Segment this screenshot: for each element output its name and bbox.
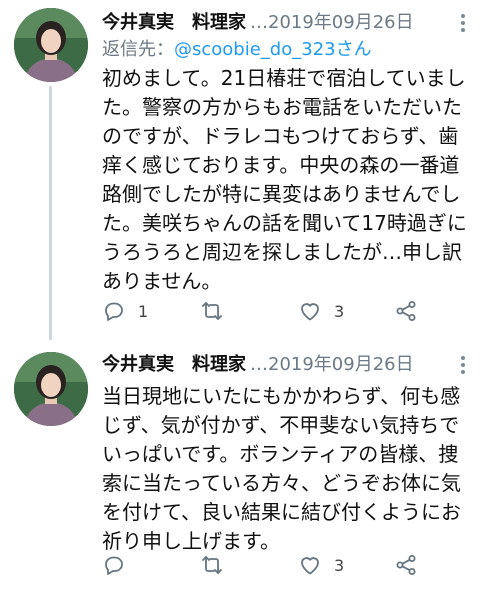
reply-icon bbox=[105, 556, 123, 575]
retweet-button[interactable] bbox=[200, 550, 236, 580]
tweet-header: 今井真実 料理家 …2019年09月26日 bbox=[102, 352, 462, 378]
tweet-timestamp: …2019年09月26日 bbox=[250, 354, 414, 375]
more-vertical-icon[interactable] bbox=[456, 10, 470, 36]
share-button[interactable] bbox=[394, 296, 418, 326]
tweet-timestamp: …2019年09月26日 bbox=[250, 12, 414, 33]
like-count: 3 bbox=[334, 555, 345, 575]
tweet-text-line: のですが、ドラレコもつけておらず、歯 bbox=[102, 124, 459, 148]
like-count: 3 bbox=[334, 301, 345, 321]
share-icon bbox=[396, 555, 416, 575]
reply-button[interactable] bbox=[102, 550, 138, 580]
tweet-text-line: いっぱいです。ボランティアの皆様、捜 bbox=[102, 442, 459, 466]
like-button[interactable]: 3 bbox=[298, 296, 344, 326]
heart-icon bbox=[301, 303, 319, 321]
thread-line bbox=[49, 86, 52, 340]
tweet-text-line: 索に当たっている方々、どうぞお体に気 bbox=[102, 471, 461, 495]
tweet-text-line: 痒く感じております。中央の森の一番道 bbox=[102, 153, 460, 177]
like-button[interactable]: 3 bbox=[298, 550, 344, 580]
reply-to-handle[interactable]: @scoobie_do_323さん bbox=[174, 39, 372, 60]
avatar[interactable] bbox=[14, 8, 88, 82]
tweet-text-line: を付けて、良い結果に結び付くようにお bbox=[102, 500, 461, 524]
tweet-text-line: うろうろと周辺を探しましたが…申し訳 bbox=[102, 240, 462, 264]
reply-to: 返信先：@scoobie_do_323さん bbox=[102, 38, 372, 62]
share-icon bbox=[396, 301, 416, 321]
tweet-text-line: た。美咲ちゃんの話を聞いて17時過ぎに bbox=[102, 211, 467, 235]
tweet[interactable]: 今井真実 料理家 …2019年09月26日 当日現地にいたにもかかわらず、何も感 … bbox=[0, 340, 480, 593]
tweet-text-line: じず、気が付かず、不甲斐ない気持ちで bbox=[102, 413, 460, 437]
reply-icon bbox=[105, 302, 123, 321]
reply-button[interactable]: 1 bbox=[102, 296, 148, 326]
tweet-text-line: ありません。 bbox=[102, 269, 222, 293]
tweet-text-line: 初めまして。21日椿荘で宿泊していまし bbox=[102, 66, 466, 90]
retweet-icon bbox=[202, 302, 222, 320]
tweet-header: 今井真実 料理家 …2019年09月26日 bbox=[102, 10, 462, 36]
author-name[interactable]: 今井真実 料理家 bbox=[102, 354, 246, 375]
tweet-text-line: 当日現地にいたにもかかわらず、何も感 bbox=[102, 384, 461, 408]
reply-count: 1 bbox=[138, 301, 149, 321]
more-vertical-icon[interactable] bbox=[456, 352, 470, 378]
retweet-button[interactable] bbox=[200, 296, 236, 326]
tweet-actions: 1 3 bbox=[102, 296, 432, 326]
reply-to-prefix: 返信先： bbox=[102, 39, 174, 60]
tweet-text-line: た。警察の方からもお電話をいただいた bbox=[102, 95, 462, 119]
author-name[interactable]: 今井真実 料理家 bbox=[102, 12, 246, 33]
tweet-text-line: 路側でしたが特に異変はありませんでし bbox=[102, 182, 461, 206]
tweet-text: 当日現地にいたにもかかわらず、何も感 じず、気が付かず、不甲斐ない気持ちで いっ… bbox=[102, 382, 476, 556]
avatar[interactable] bbox=[14, 352, 88, 426]
tweet[interactable]: 今井真実 料理家 …2019年09月26日 返信先：@scoobie_do_323… bbox=[0, 0, 480, 340]
tweet-actions: 3 bbox=[102, 550, 432, 580]
tweet-text: 初めまして。21日椿荘で宿泊していまし た。警察の方からもお電話をいただいた の… bbox=[102, 64, 476, 296]
retweet-icon bbox=[202, 556, 222, 574]
heart-icon bbox=[301, 557, 319, 575]
share-button[interactable] bbox=[394, 550, 418, 580]
